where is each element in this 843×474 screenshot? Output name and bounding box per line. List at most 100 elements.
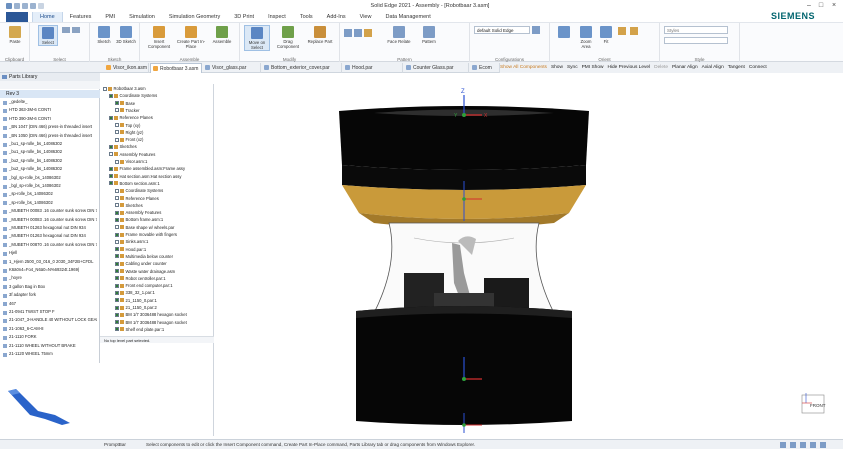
list-item[interactable]: 3f adapter fork [3,292,97,299]
list-item[interactable]: 3 gallon Bag in Box [3,284,97,291]
tree-node[interactable]: Assembly Features [115,210,213,217]
list-item[interactable]: 467 [3,301,97,308]
list-item[interactable]: _bgl_sp-rolle_bs_14086302 [3,175,97,182]
tab-home[interactable]: Home [32,12,63,22]
select-button[interactable]: Select [38,25,58,46]
visibility-checkbox[interactable] [109,115,113,120]
tree-node[interactable]: Reference Planes [115,196,213,203]
app-logo-icon[interactable] [6,3,12,9]
visibility-checkbox[interactable] [115,276,119,281]
zoom-icon[interactable] [780,442,786,448]
doc-tab[interactable]: Counter Glass.par [404,63,469,73]
visibility-checkbox[interactable] [115,290,119,295]
list-item[interactable]: _MUBETH 00870 .16 counter sunk screw DIN… [3,242,97,249]
tree-node[interactable]: Robot centroller.par:1 [115,276,213,283]
tree-node[interactable]: Waste water drainage.asm [115,269,213,276]
connect-button[interactable]: Connect [749,65,767,70]
visibility-checkbox[interactable] [115,210,119,215]
doc-tab[interactable]: Bottom_exterior_cover.par [262,63,342,73]
visibility-checkbox[interactable] [109,144,113,149]
rotate-icon[interactable] [800,442,806,448]
visibility-checkbox[interactable] [109,181,113,186]
replace-part-button[interactable]: Replace Part [306,25,334,44]
list-item[interactable]: _MUBETH 01263 hexagonal nut DIN 934 [3,225,97,232]
list-item[interactable]: _MUBETH 00083 .16 counter sunk screw DIN… [3,217,97,224]
tab-tools[interactable]: Tools [293,12,320,22]
tab-3d-print[interactable]: 3D Print [227,12,261,22]
hide-previous-level-button[interactable]: Hide Previous Level [607,65,650,70]
filter-icon[interactable] [72,27,80,33]
hole-icon[interactable] [364,29,372,37]
list-item[interactable]: 21-1047_3-HANDLE 40 WITHOUT LOCK GEAR [3,317,97,324]
tab-features[interactable]: Features [63,12,99,22]
list-item[interactable]: _bu1_sp-rolle_bs_14086302 [3,149,97,156]
list-item[interactable]: _BN 1050 (DIN 466) press-in threaded ins… [3,133,97,140]
list-item[interactable]: 21-1063_6-CAM-8 [3,326,97,333]
duplicate-icon[interactable] [354,29,362,37]
delete-button[interactable]: Delete [654,65,668,70]
file-menu-button[interactable] [6,12,28,22]
tree-node[interactable]: BM 1/7 3036488 hexagon socket [115,320,213,327]
visibility-checkbox[interactable] [109,152,113,157]
tree-node[interactable]: Sketches [115,203,213,210]
tree-node[interactable]: Shelf end plate.par:1 [115,327,213,334]
visibility-checkbox[interactable] [109,166,113,171]
insert-component-button[interactable]: Insert Component [144,25,174,49]
visibility-checkbox[interactable] [103,86,107,91]
zoom-area-button[interactable]: Zoom Area [576,25,596,49]
tree-node[interactable]: Base shape w/ wheels.par [115,225,213,232]
visibility-checkbox[interactable] [115,123,119,127]
tree-node[interactable]: Robotbaar 3.asm [103,86,213,93]
tree-node[interactable]: Reference Planes [109,115,213,122]
tree-node[interactable]: Base [115,101,213,108]
tree-node[interactable]: Hood.par:1 [115,247,213,254]
visibility-checkbox[interactable] [115,298,119,303]
list-item[interactable]: _MUBETH 01263 hexagonal nut DIN 934 [3,233,97,240]
graphics-window[interactable]: Z Y X FRONT [214,73,843,443]
tangent-button[interactable]: Tangent [728,65,745,70]
assemble-button[interactable]: Assemble [208,25,236,44]
tree-node[interactable]: Multimedia below counter [115,254,213,261]
tree-node[interactable]: Cabling under counter [115,261,213,268]
visibility-checkbox[interactable] [115,305,119,310]
view-cube[interactable]: FRONT [801,393,826,414]
visibility-checkbox[interactable] [115,269,119,273]
list-item[interactable]: _BN 1047 (DIN 466) press-in threaded ins… [3,124,97,131]
save-icon[interactable] [14,3,20,9]
doc-tab[interactable]: Visor_ikon.asm [104,63,149,73]
tree-node[interactable]: Sketches [109,144,213,151]
tree-node[interactable]: Right (yz) [115,130,213,137]
list-item[interactable]: _gedelte_ [3,99,97,106]
axial-align-button[interactable]: Axial Align [702,65,724,70]
paste-button[interactable]: Paste [4,25,26,44]
undo-icon[interactable] [22,3,28,9]
list-item[interactable]: 21-1110 FORK [3,334,97,341]
show-button[interactable]: Show [551,65,563,70]
list-item[interactable]: _MUBETH 00083 .16 counter sunk screw DIN… [3,208,97,215]
tab-inspect[interactable]: Inspect [261,12,293,22]
style-select[interactable]: Styles [664,26,728,34]
visibility-checkbox[interactable] [115,239,119,244]
fit-view-icon[interactable] [810,442,816,448]
visibility-checkbox[interactable] [115,254,119,259]
sketch-button[interactable]: Sketch [94,25,114,44]
maximize-icon[interactable]: □ [816,2,826,10]
mirror-icon[interactable] [344,29,352,37]
configuration-icon[interactable] [532,26,540,34]
3d-sketch-button[interactable]: 3D Sketch [116,25,136,44]
list-item[interactable]: _sp-rolle_bs_14086302 [3,200,97,207]
tree-node[interactable]: 21_1150_0.par:2 [115,305,213,312]
visibility-checkbox[interactable] [115,196,119,200]
tree-node[interactable]: 21_1150_0.par:1 [115,298,213,305]
move-on-select-button[interactable]: Move on Select [244,25,270,51]
quick-access-toolbar[interactable] [6,3,66,10]
list-item[interactable]: _bu2_sp-rolle_bs_14086302 [3,158,97,165]
pan-icon[interactable] [790,442,796,448]
tree-node[interactable]: Front (xz) [115,137,213,144]
list-item[interactable]: K6ä0n4=Fo4_N6ä0=N%69324t.1969) [3,267,97,274]
visibility-checkbox[interactable] [115,188,119,193]
face-relate-button[interactable]: Face Relate [386,25,412,44]
visibility-checkbox[interactable] [115,203,119,208]
list-item[interactable]: _bu1_sp-rolle_bs_14086302 [3,141,97,148]
list-item[interactable]: HTD 390-3M-6 CONTI [3,116,97,123]
